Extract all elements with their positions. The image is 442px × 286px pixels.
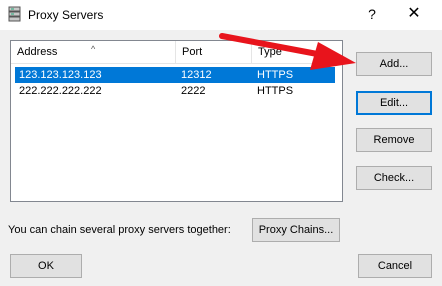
row-type: HTTPS xyxy=(257,85,294,97)
list-header: Address ^ Port Type xyxy=(11,41,342,64)
close-button[interactable]: ✕ xyxy=(402,4,426,24)
chain-description: You can chain several proxy servers toge… xyxy=(8,224,231,236)
server-icon xyxy=(8,6,21,22)
row-type: HTTPS xyxy=(257,69,294,81)
column-address-label: Address xyxy=(17,46,58,58)
ok-button[interactable]: OK xyxy=(10,254,82,278)
window-title: Proxy Servers xyxy=(28,8,104,22)
proxy-chains-button[interactable]: Proxy Chains... xyxy=(252,218,340,242)
table-row[interactable]: 222.222.222.222 2222 HTTPS xyxy=(15,83,335,99)
help-button[interactable]: ? xyxy=(362,4,382,24)
row-port: 12312 xyxy=(181,69,212,81)
sort-ascending-icon: ^ xyxy=(91,44,96,54)
proxy-list[interactable]: Address ^ Port Type 123.123.123.123 1231… xyxy=(10,40,343,202)
row-port: 2222 xyxy=(181,85,206,97)
cancel-button[interactable]: Cancel xyxy=(358,254,432,278)
column-port-label: Port xyxy=(182,46,203,58)
title-bar: Proxy Servers ? ✕ xyxy=(0,0,442,30)
row-address: 123.123.123.123 xyxy=(19,69,102,81)
remove-button[interactable]: Remove xyxy=(356,128,432,152)
table-row[interactable]: 123.123.123.123 12312 HTTPS xyxy=(15,67,335,83)
check-button[interactable]: Check... xyxy=(356,166,432,190)
add-button[interactable]: Add... xyxy=(356,52,432,76)
edit-button[interactable]: Edit... xyxy=(356,91,432,115)
column-type-label: Type xyxy=(258,46,282,58)
column-address[interactable]: Address ^ xyxy=(11,41,176,63)
row-address: 222.222.222.222 xyxy=(19,85,102,97)
column-port[interactable]: Port xyxy=(176,41,252,63)
column-type[interactable]: Type xyxy=(252,41,342,63)
